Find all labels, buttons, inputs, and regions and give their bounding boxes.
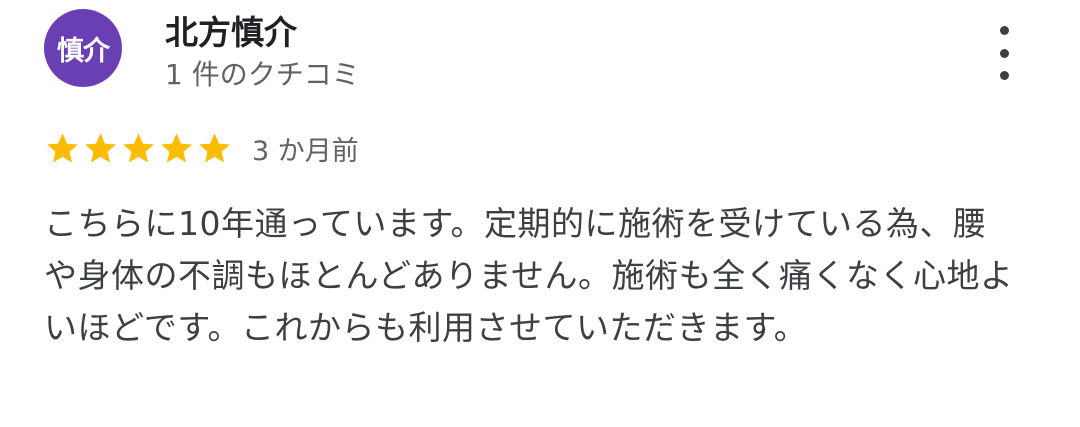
author-name[interactable]: 北方慎介	[165, 6, 297, 54]
more-vert-icon-dot	[999, 48, 1009, 58]
star-icon	[199, 132, 230, 163]
star-icon	[85, 132, 116, 163]
star-icon	[47, 132, 78, 163]
more-options-button[interactable]	[986, 26, 1022, 80]
review-text: こちらに10年通っています。定期的に施術を受けている為、腰や身体の不調もほとんど…	[44, 204, 1014, 347]
author-review-count: 1 件のクチコミ	[165, 58, 360, 91]
star-icon	[123, 132, 154, 163]
star-rating	[44, 130, 234, 167]
star-icon	[161, 132, 192, 163]
avatar[interactable]: 慎介	[44, 9, 122, 87]
review-card: 慎介 北方慎介 1 件のクチコミ 3 か月前 こちらに10年通っています。定期的…	[0, 0, 1080, 427]
more-vert-icon	[999, 26, 1009, 35]
more-vert-icon-dot	[999, 71, 1009, 80]
review-date: 3 か月前	[252, 135, 359, 167]
rating-row: 3 か月前	[44, 128, 359, 168]
